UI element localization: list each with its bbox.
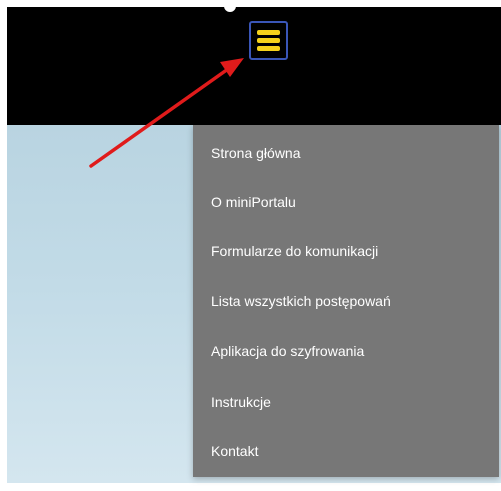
menu-item-o-miniportalu[interactable]: O miniPortalu [211,193,296,211]
hamburger-icon-middle-bar [257,38,280,43]
hamburger-icon [257,30,280,35]
menu-item-formularze[interactable]: Formularze do komunikacji [211,242,378,260]
menu-item-kontakt[interactable]: Kontakt [211,442,258,460]
menu-item-instrukcje[interactable]: Instrukcje [211,393,271,411]
dropdown-menu: Strona główna O miniPortalu Formularze d… [193,125,499,477]
menu-toggle-button[interactable] [249,21,288,60]
window-dot [224,0,236,12]
menu-item-aplikacja-szyfrowania[interactable]: Aplikacja do szyfrowania [211,342,364,360]
hamburger-icon-bottom-bar [257,46,280,51]
menu-item-strona-glowna[interactable]: Strona główna [211,144,301,162]
screenshot: Strona główna O miniPortalu Formularze d… [0,0,501,491]
menu-item-lista-postepowan[interactable]: Lista wszystkich postępowań [211,292,391,310]
bottom-edge [7,483,501,491]
